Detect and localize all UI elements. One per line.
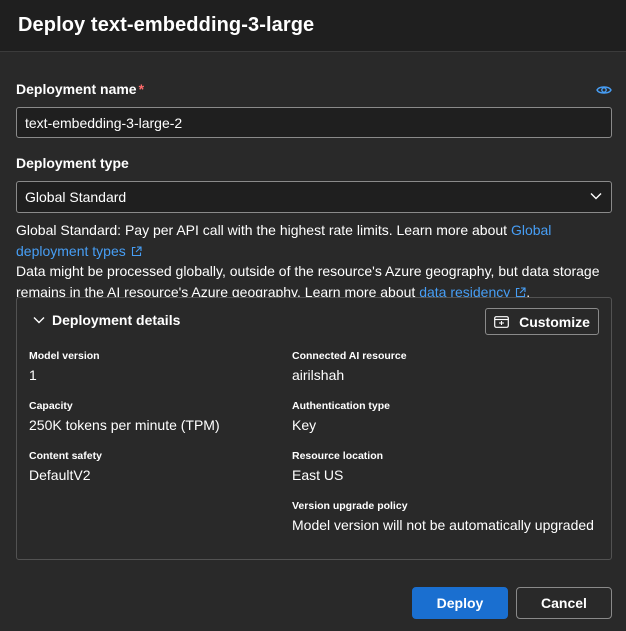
deployment-name-value: text-embedding-3-large-2: [25, 114, 183, 131]
authentication-type-label: Authentication type: [292, 400, 391, 412]
authentication-type-value: Key: [292, 417, 317, 433]
deploy-dialog: Deploy text-embedding-3-large Deployment…: [0, 0, 626, 631]
dialog-header: Deploy text-embedding-3-large: [0, 0, 626, 52]
dialog-content: Deployment name * text-embedding-3-large-…: [16, 52, 612, 560]
deployment-details-panel: Deployment details Customize Model versi…: [16, 297, 612, 560]
external-link-icon: [516, 286, 526, 297]
deployment-details-toggle[interactable]: Deployment details: [33, 312, 180, 328]
customize-label: Customize: [519, 313, 590, 330]
resource-location-value: East US: [292, 467, 344, 483]
version-upgrade-policy-value: Model version will not be automatically …: [292, 517, 594, 533]
connected-ai-resource-label: Connected AI resource: [292, 350, 407, 362]
connected-ai-resource-field: Connected AI resource airilshah: [292, 350, 612, 383]
description-text-1: Global Standard: Pay per API call with t…: [16, 222, 511, 238]
deploy-button-label: Deploy: [436, 595, 484, 611]
chevron-down-icon: [33, 317, 45, 324]
connected-ai-resource-value: airilshah: [292, 367, 345, 383]
version-upgrade-policy-field: Version upgrade policy Model version wil…: [292, 500, 612, 533]
chevron-down-icon: [590, 193, 602, 200]
authentication-type-field: Authentication type Key: [292, 400, 612, 433]
customize-button[interactable]: Customize: [485, 308, 599, 335]
deployment-type-description: Global Standard: Pay per API call with t…: [16, 220, 612, 302]
deployment-name-input[interactable]: text-embedding-3-large-2: [16, 107, 612, 138]
resource-location-label: Resource location: [292, 450, 384, 462]
cancel-button-label: Cancel: [541, 595, 587, 611]
eye-icon[interactable]: [596, 84, 612, 96]
external-link-icon: [131, 245, 142, 256]
deployment-name-label: Deployment name: [16, 81, 137, 97]
deployment-type-select[interactable]: Global Standard: [16, 181, 612, 213]
dialog-title: Deploy text-embedding-3-large: [18, 14, 315, 36]
resource-location-field: Resource location East US: [292, 450, 612, 483]
version-upgrade-policy-label: Version upgrade policy: [292, 500, 408, 512]
deployment-type-label: Deployment type: [16, 155, 129, 171]
deployment-details-header: Deployment details: [52, 312, 181, 328]
deploy-button[interactable]: Deploy: [412, 587, 508, 619]
customize-icon: [494, 315, 509, 328]
required-marker: *: [138, 81, 145, 97]
cancel-button[interactable]: Cancel: [516, 587, 612, 619]
deployment-name-label-row: Deployment name *: [16, 81, 612, 101]
deployment-type-value: Global Standard: [25, 189, 127, 205]
